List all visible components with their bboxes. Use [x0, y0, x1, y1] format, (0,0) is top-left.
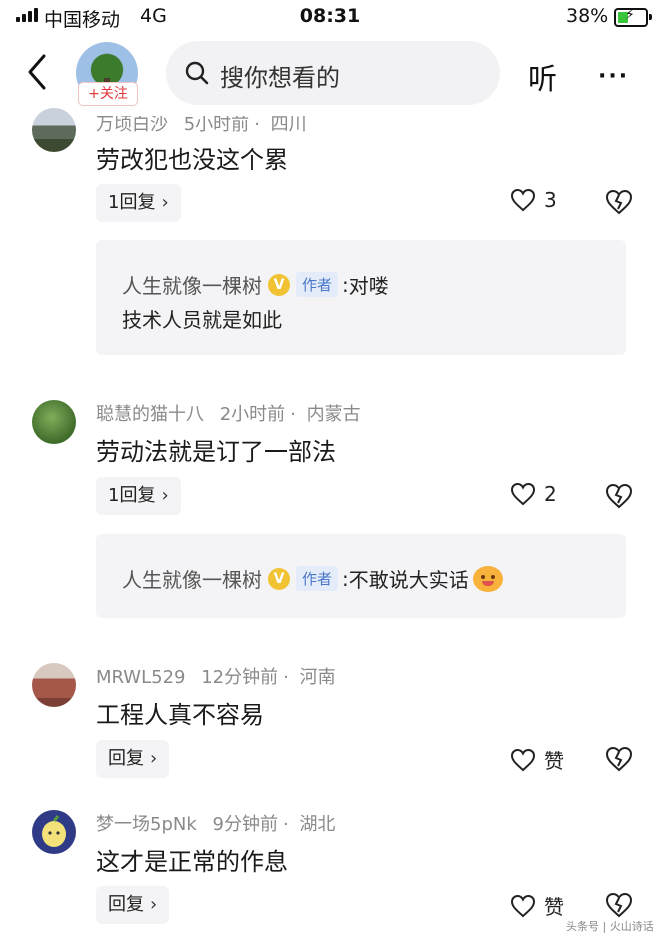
battery-percent: 38% [566, 5, 609, 27]
back-arrow-icon[interactable] [26, 52, 48, 92]
comment-time: 2小时前 [219, 404, 286, 425]
sub-reply-box[interactable]: 人生就像一棵树 V 作者 : 不敢说大实话 [96, 534, 626, 618]
comment-text: 这才是正常的作息 [96, 848, 288, 876]
search-bar[interactable]: 搜你想看的 [166, 41, 500, 105]
reply-button[interactable]: 1回复 › [96, 184, 181, 222]
sub-reply-box[interactable]: 人生就像一棵树 V 作者 : 对喽 技术人员就是如此 [96, 240, 626, 355]
reply-label: 1回复 [108, 485, 156, 506]
comment-meta: 聪慧的猫十八 2小时前 · 内蒙古 [96, 404, 361, 425]
listen-button[interactable]: 听 [528, 56, 557, 98]
lemon-avatar-icon [42, 815, 66, 847]
comment-time: 12分钟前 [201, 667, 279, 688]
watermark: 头条号 | 火山诗话 [566, 920, 654, 933]
comment-time: 5小时前 [183, 114, 250, 135]
comment-meta: 万顷白沙 5小时前 · 四川 [96, 114, 307, 135]
comment-location: 四川 [270, 114, 307, 135]
comment-time: 9分钟前 [212, 814, 278, 835]
commenter-name[interactable]: MRWL529 [96, 667, 186, 688]
dislike-heart-icon[interactable] [605, 482, 633, 510]
chevron-right-icon: › [161, 192, 169, 213]
commenter-name[interactable]: 梦一场5pNk [96, 814, 197, 835]
commenter-avatar[interactable] [32, 400, 76, 444]
author-tag: 作者 [296, 566, 339, 591]
comment-text: 工程人真不容易 [96, 701, 264, 729]
grin-emoji-icon [472, 565, 503, 592]
sub-reply-text-line2: 技术人员就是如此 [122, 308, 282, 332]
commenter-avatar[interactable] [32, 663, 76, 707]
more-icon[interactable]: ··· [598, 64, 629, 89]
like-button[interactable]: 赞 [510, 745, 564, 774]
chevron-right-icon: › [150, 748, 158, 769]
commenter-avatar[interactable] [32, 108, 76, 152]
dislike-heart-icon[interactable] [605, 891, 633, 919]
sub-reply-text: 不敢说大实话 [348, 568, 469, 592]
comment-location: 内蒙古 [306, 404, 361, 425]
like-label: 赞 [544, 895, 564, 919]
heart-icon [510, 188, 536, 212]
verified-badge-icon: V [268, 567, 290, 590]
like-button[interactable]: 2 [510, 482, 557, 506]
heart-icon [510, 482, 536, 506]
dislike-heart-icon[interactable] [605, 188, 633, 216]
reply-button[interactable]: 回复 › [96, 886, 170, 924]
commenter-name[interactable]: 万顷白沙 [96, 116, 168, 135]
like-count: 3 [544, 188, 557, 212]
like-button[interactable]: 赞 [510, 891, 564, 920]
reply-label: 1回复 [108, 192, 156, 213]
reply-button[interactable]: 1回复 › [96, 477, 181, 515]
chevron-right-icon: › [161, 485, 169, 506]
like-button[interactable]: 3 [510, 188, 557, 212]
follow-button[interactable]: +关注 [78, 82, 138, 106]
search-placeholder: 搜你想看的 [220, 64, 340, 92]
comment-location: 湖北 [299, 814, 336, 835]
comment-text: 劳改犯也没这个累 [96, 146, 288, 174]
reply-label: 回复 [108, 894, 144, 915]
comment-text: 劳动法就是订了一部法 [96, 438, 336, 466]
commenter-avatar[interactable] [32, 810, 76, 854]
search-icon [185, 61, 209, 85]
chevron-right-icon: › [150, 894, 158, 915]
heart-icon [510, 748, 536, 771]
sub-reply-colon: : [342, 272, 349, 297]
sub-reply-colon: : [342, 566, 349, 591]
like-label: 赞 [544, 749, 564, 773]
heart-icon [510, 894, 536, 917]
verified-badge-icon: V [268, 273, 290, 296]
reply-button[interactable]: 回复 › [96, 740, 170, 778]
comment-meta: 梦一场5pNk 9分钟前 · 湖北 [96, 814, 336, 835]
status-bar: 中国移动 4G 08:31 38% ⚡ [0, 0, 660, 34]
comment-meta: MRWL529 12分钟前 · 河南 [96, 667, 336, 688]
comment-location: 河南 [299, 667, 336, 688]
commenter-name[interactable]: 聪慧的猫十八 [96, 404, 204, 425]
sub-reply-author[interactable]: 人生就像一棵树 [122, 270, 262, 299]
sub-reply-author[interactable]: 人生就像一棵树 [122, 564, 262, 593]
sub-reply-text: 对喽 [348, 274, 389, 298]
author-tag: 作者 [296, 272, 339, 297]
dislike-heart-icon[interactable] [605, 745, 633, 773]
battery-icon: ⚡ [614, 7, 652, 27]
clock: 08:31 [299, 5, 361, 27]
reply-label: 回复 [108, 748, 144, 769]
like-count: 2 [544, 482, 557, 506]
